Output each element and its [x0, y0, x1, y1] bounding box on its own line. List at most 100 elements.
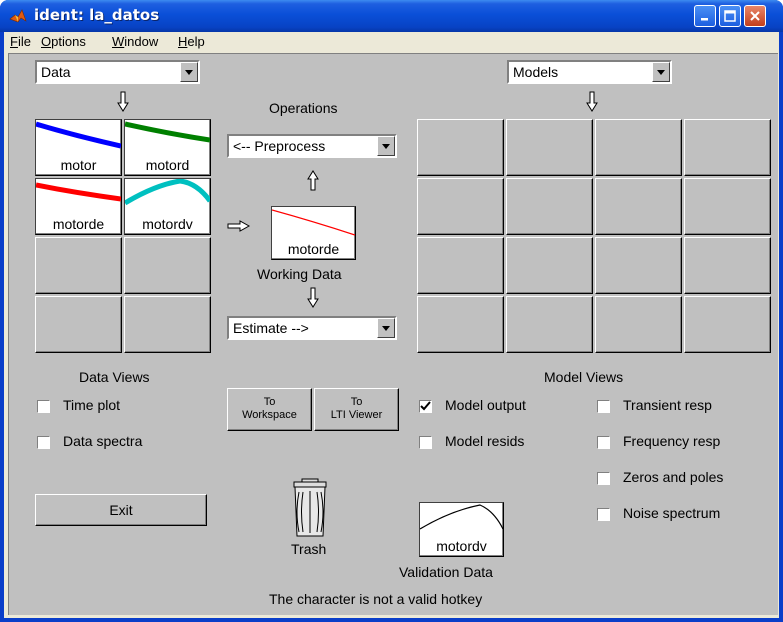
minimize-icon	[701, 18, 708, 21]
preprocess-dropdown[interactable]: <-- Preprocess	[227, 134, 397, 158]
model-output-checkbox[interactable]	[419, 400, 432, 413]
model-slot-empty[interactable]	[595, 178, 682, 235]
data-spectra-label: Data spectra	[63, 433, 143, 449]
model-views-title: Model Views	[544, 369, 624, 385]
data-views-title: Data Views	[79, 369, 150, 385]
zeros-poles-checkbox[interactable]	[597, 472, 610, 485]
operations-label: Operations	[269, 100, 338, 116]
noise-spectrum-checkbox[interactable]	[597, 508, 610, 521]
chevron-down-icon	[377, 136, 395, 156]
model-slot-empty[interactable]	[417, 119, 504, 176]
model-slot-empty[interactable]	[595, 119, 682, 176]
motorde-curve-icon	[36, 182, 121, 202]
noise-spectrum-label: Noise spectrum	[623, 505, 721, 521]
estimate-dropdown[interactable]: Estimate -->	[227, 316, 397, 340]
model-slot-empty[interactable]	[506, 119, 593, 176]
to-lti-viewer-button[interactable]: To LTI Viewer	[314, 388, 399, 431]
arrow-up-icon	[307, 170, 319, 191]
data-dropdown[interactable]: Data	[35, 60, 200, 84]
chevron-down-icon	[652, 62, 670, 82]
menu-window[interactable]: Window	[112, 34, 158, 49]
model-slot-empty[interactable]	[684, 296, 771, 353]
data-slot-label: motor	[60, 157, 97, 173]
to-workspace-button[interactable]: To Workspace	[227, 388, 312, 431]
close-button[interactable]	[744, 5, 766, 27]
time-plot-label: Time plot	[63, 397, 121, 413]
working-data-caption: Working Data	[257, 266, 342, 282]
data-slot-empty[interactable]	[35, 237, 122, 294]
transient-resp-checkbox[interactable]	[597, 400, 610, 413]
arrow-down-icon	[117, 91, 129, 112]
menu-options[interactable]: Options	[41, 34, 86, 49]
model-slot-empty[interactable]	[684, 119, 771, 176]
validation-data-name: motordv	[436, 538, 487, 554]
model-slot-empty[interactable]	[684, 237, 771, 294]
data-slot-motor[interactable]: motor	[35, 119, 122, 176]
menu-file[interactable]: File	[10, 34, 31, 49]
validation-data-caption: Validation Data	[399, 564, 493, 580]
frequency-resp-label: Frequency resp	[623, 433, 721, 449]
model-slot-empty[interactable]	[417, 296, 504, 353]
arrow-down-icon	[586, 91, 598, 112]
minimize-button[interactable]	[694, 5, 716, 27]
model-slot-empty[interactable]	[506, 296, 593, 353]
motord-curve-icon	[125, 121, 210, 143]
data-spectra-checkbox[interactable]	[37, 436, 50, 449]
model-slot-empty[interactable]	[684, 178, 771, 235]
transient-resp-label: Transient resp	[623, 397, 712, 413]
data-dropdown-value: Data	[41, 64, 71, 80]
validation-data-curve-icon	[420, 504, 503, 530]
model-output-label: Model output	[445, 397, 526, 413]
client-area: File Options Window Help Data motor moto…	[4, 32, 779, 618]
menu-bar: File Options Window Help	[4, 32, 779, 52]
model-resids-checkbox[interactable]	[419, 436, 432, 449]
models-dropdown-value: Models	[513, 64, 559, 80]
trash-label: Trash	[291, 541, 327, 557]
exit-button[interactable]: Exit	[35, 494, 207, 526]
chevron-down-icon	[377, 318, 395, 338]
data-slot-label: motordv	[142, 216, 193, 232]
motor-curve-icon	[36, 121, 121, 149]
menu-help[interactable]: Help	[178, 34, 205, 49]
status-text: The character is not a valid hotkey	[269, 591, 483, 607]
close-icon	[750, 11, 760, 21]
title-bar[interactable]: ident: la_datos	[0, 0, 783, 32]
data-slot-empty[interactable]	[124, 296, 211, 353]
arrow-down-icon	[307, 287, 319, 308]
model-resids-label: Model resids	[445, 433, 525, 449]
data-slot-motorde[interactable]: motorde	[35, 178, 122, 235]
time-plot-checkbox[interactable]	[37, 400, 50, 413]
window-frame: ident: la_datos File Options Window Help…	[0, 0, 783, 622]
data-slot-motord[interactable]: motord	[124, 119, 211, 176]
maximize-icon	[724, 10, 736, 22]
matlab-logo-icon	[9, 9, 27, 23]
model-slot-empty[interactable]	[595, 296, 682, 353]
trash-icon[interactable]	[289, 478, 331, 538]
maximize-button[interactable]	[719, 5, 741, 27]
model-slot-empty[interactable]	[595, 237, 682, 294]
ident-panel: Data motor motord motorde motordv Operat…	[8, 53, 778, 615]
motordv-curve-icon	[125, 179, 210, 206]
model-slot-empty[interactable]	[417, 237, 504, 294]
window-title: ident: la_datos	[34, 6, 160, 24]
model-slot-empty[interactable]	[417, 178, 504, 235]
data-slot-motordv[interactable]: motordv	[124, 178, 211, 235]
working-data-slot[interactable]: motorde	[271, 206, 356, 260]
chevron-down-icon	[180, 62, 198, 82]
model-slot-empty[interactable]	[506, 237, 593, 294]
data-slot-empty[interactable]	[124, 237, 211, 294]
validation-data-slot[interactable]: motordv	[419, 502, 504, 557]
data-slot-empty[interactable]	[35, 296, 122, 353]
zeros-poles-label: Zeros and poles	[623, 469, 724, 485]
working-data-name: motorde	[287, 241, 340, 257]
estimate-dropdown-value: Estimate -->	[233, 320, 309, 336]
arrow-right-icon	[227, 220, 251, 232]
frequency-resp-checkbox[interactable]	[597, 436, 610, 449]
preprocess-dropdown-value: <-- Preprocess	[233, 138, 326, 154]
model-slot-empty[interactable]	[506, 178, 593, 235]
checkmark-icon	[420, 401, 431, 411]
data-slot-label: motorde	[52, 216, 105, 232]
working-data-curve-icon	[272, 209, 355, 236]
models-dropdown[interactable]: Models	[507, 60, 672, 84]
data-slot-label: motord	[145, 157, 190, 173]
